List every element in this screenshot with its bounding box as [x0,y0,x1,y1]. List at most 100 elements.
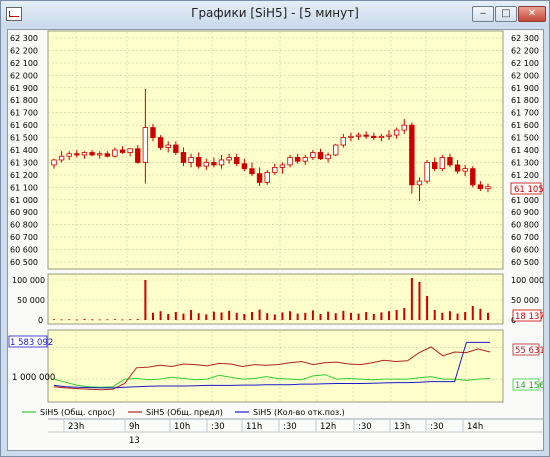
title-bar[interactable]: Графики [SiH5] - [5 минут] ‒ □ ✕ [1,1,549,27]
chart-canvas[interactable]: 62 300 62 200 62 100 62 000 61 900 61 800 61 7… [8,30,545,450]
candle-body [112,149,118,157]
close-button[interactable]: ✕ [518,6,546,22]
volume-bar [464,312,467,320]
volume-bar [266,313,269,320]
candle-body [234,157,240,165]
volume-bar [327,311,330,320]
maximize-button[interactable]: □ [495,6,517,22]
candle-body [249,168,255,175]
volume-bar [319,314,322,320]
time-axis-label: 13h [394,422,410,432]
candle-body [393,129,400,136]
volume-tick-right: 50 000 [511,296,539,305]
time-axis-label: 10h [174,422,190,432]
volume-bar [433,310,436,320]
volume-bar [357,313,360,320]
volume-tick-left: 0 [38,316,43,325]
candle-body [81,152,88,156]
minimize-button[interactable]: ‒ [472,6,494,22]
volume-bar [289,311,292,320]
price-tick-right: 61 000 [511,196,539,205]
volume-bar [212,311,215,320]
price-tick-left: 61 900 [10,84,38,93]
time-axis-label: :30 [430,422,444,432]
candle-body [287,157,293,166]
volume-bar [250,312,253,320]
time-axis-date: 13 [129,436,140,446]
candle-body [310,152,316,158]
candle-body [409,124,415,186]
window-title: Графики [SiH5] - [5 минут] [191,6,359,20]
candle-body [470,168,476,186]
volume-bar [129,319,132,321]
demand-value-label: 14 156 [515,381,543,391]
price-tick-right: 60 700 [511,233,539,242]
volume-bar [91,319,94,321]
volume-bar [220,312,223,320]
price-tick-left: 60 800 [10,221,38,230]
volume-bar [296,313,299,320]
candle-body [203,162,209,167]
time-axis-label: 12h [320,422,336,432]
price-tick-left: 60 600 [10,246,38,255]
price-tick-right: 62 200 [511,46,539,55]
candle-body [294,157,301,162]
price-tick-right: 60 800 [511,221,539,230]
indicator-level-label: 1 000 000 [12,373,55,383]
volume-bar [167,314,170,320]
volume-bar [60,319,63,321]
price-tick-left: 61 700 [10,109,38,118]
chart-client-area[interactable]: 62 300 62 200 62 100 62 000 61 900 61 800 61 7… [7,29,545,451]
supply-value-label: 55 631 [515,346,543,356]
volume-bar [113,319,116,320]
candle-body [195,157,202,167]
volume-bar [83,319,86,320]
volume-bar [448,311,451,320]
volume-bar [205,314,208,320]
candle-body [432,162,438,170]
volume-bar [197,313,200,320]
candle-body [180,152,187,163]
price-tick-right: 61 700 [511,109,539,118]
volume-bar [75,319,78,321]
price-tick-left: 62 000 [10,71,38,80]
volume-bar [273,314,276,320]
candle-body [89,152,95,156]
candle-body [386,134,392,137]
volume-bar [334,313,337,320]
price-tick-right: 60 500 [511,258,539,267]
price-tick-left: 61 100 [10,183,38,192]
candle-body [371,135,377,138]
volume-bar [311,310,314,320]
volume-bar [388,311,391,320]
price-axis-right: 62 300 62 200 62 100 62 000 61 900 61 800 61 7… [511,34,539,267]
volume-bar [235,312,238,320]
price-tick-right: 61 900 [511,84,539,93]
candle-body [416,180,423,186]
price-tick-right: 60 600 [511,246,539,255]
price-tick-right: 61 600 [511,121,539,130]
legend-label-demand: SiH5 (Общ. спрос) [40,408,115,417]
candle-body [241,163,248,170]
volume-tick-left: 50 000 [17,296,45,305]
candle-body [302,157,308,162]
volume-bar [365,312,368,320]
candle-body [104,153,110,157]
volume-bar [281,312,284,320]
candle-body [279,164,286,168]
indicator-panel[interactable] [47,329,504,403]
volume-bar [403,308,406,320]
volume-bar [479,308,482,320]
candle-body [97,153,103,156]
candle-body [218,159,225,166]
time-axis-label: 11h [246,422,262,432]
candle-body [424,162,430,182]
volume-bar [68,319,71,321]
time-axis-label: 14h [467,422,483,432]
price-tick-left: 61 300 [10,158,38,167]
volume-bar [395,310,398,320]
price-tick-left: 61 500 [10,134,38,143]
candle-body [378,135,385,138]
price-tick-left: 61 600 [10,121,38,130]
candle-body [447,157,453,166]
